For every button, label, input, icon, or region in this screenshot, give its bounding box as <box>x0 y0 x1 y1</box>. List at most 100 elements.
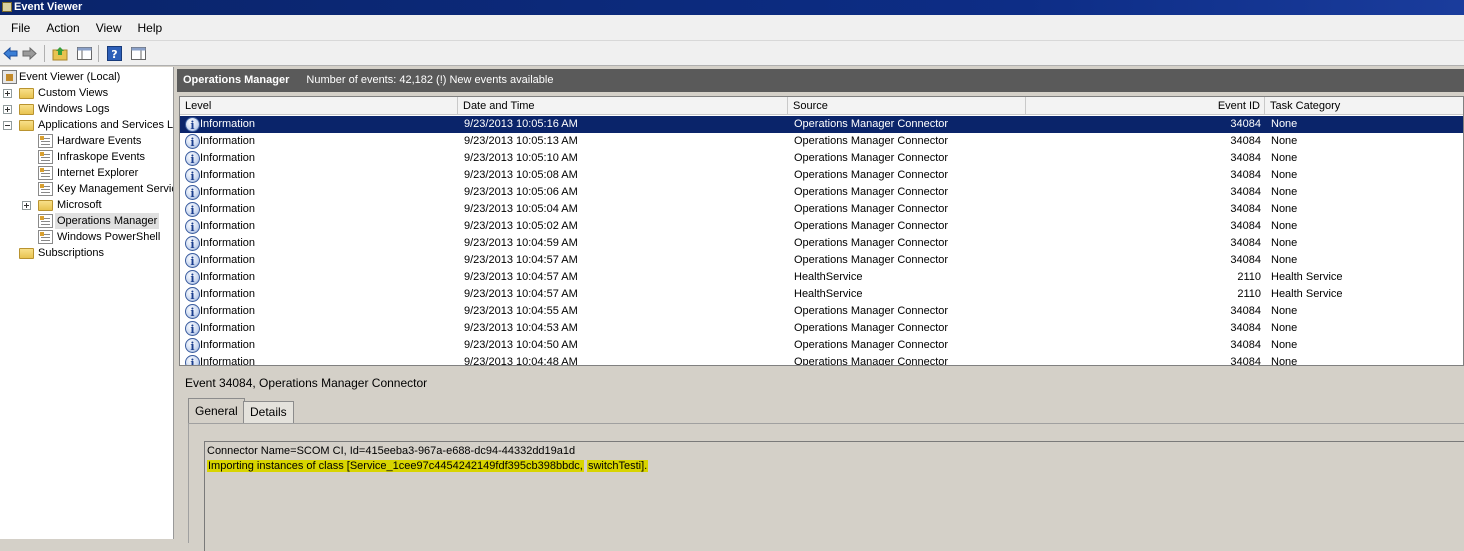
cell-event-id: 34084 <box>1230 237 1261 249</box>
cell-source: Operations Manager Connector <box>794 118 949 130</box>
cell-source: HealthService <box>794 288 863 300</box>
tree-item-windows-logs[interactable]: Windows Logs <box>0 101 173 117</box>
help-icon[interactable]: ? <box>106 45 123 62</box>
table-row[interactable]: Information 9/23/2013 10:04:59 AM Operatio… <box>180 235 1463 253</box>
column-header-level[interactable]: Level <box>180 97 458 115</box>
show-hide-action-pane-icon[interactable] <box>130 45 147 62</box>
tab-details[interactable]: Details <box>243 401 294 423</box>
cell-event-id: 34084 <box>1230 152 1261 164</box>
tree-item-custom-views[interactable]: Custom Views <box>0 85 173 101</box>
table-header: Level Date and Time Source Event ID Task… <box>180 97 1463 115</box>
folder-icon <box>19 88 34 99</box>
expand-plus-icon[interactable] <box>3 105 12 114</box>
cell-source: Operations Manager Connector <box>794 339 949 351</box>
table-row[interactable]: Information 9/23/2013 10:05:06 AM Operatio… <box>180 184 1463 202</box>
message-line-import: Importing instances of class [Service_1c… <box>207 459 1464 474</box>
up-folder-icon[interactable] <box>52 45 69 62</box>
cell-task-category: Health Service <box>1271 288 1343 300</box>
event-message-box[interactable]: Connector Name=SCOM CI, Id=415eeba3-967a… <box>204 441 1464 551</box>
cell-event-id: 34084 <box>1230 169 1261 181</box>
cell-task-category: None <box>1271 237 1298 249</box>
svg-text:?: ? <box>111 48 117 61</box>
table-row[interactable]: Information 9/23/2013 10:05:02 AM Operatio… <box>180 218 1463 236</box>
back-arrow-icon[interactable] <box>2 45 19 62</box>
expand-plus-icon[interactable] <box>22 201 31 210</box>
cell-event-id: 34084 <box>1230 356 1261 366</box>
cell-level: Information <box>200 152 256 164</box>
cell-date-time: 9/23/2013 10:05:13 AM <box>464 135 578 147</box>
event-detail-title: Event 34084, Operations Manager Connecto… <box>185 376 428 390</box>
table-row[interactable]: Information 9/23/2013 10:05:16 AM Operatio… <box>180 116 1463 134</box>
tree-item-hardware-events[interactable]: Hardware Events <box>0 133 173 149</box>
cell-source: Operations Manager Connector <box>794 305 949 317</box>
table-row[interactable]: Information 9/23/2013 10:04:57 AM HealthSe… <box>180 286 1463 304</box>
log-pane: Operations Manager Number of events: 42,… <box>177 67 1464 551</box>
general-tab-panel: Connector Name=SCOM CI, Id=415eeba3-967a… <box>188 423 1464 551</box>
log-icon <box>38 230 53 244</box>
cell-date-time: 9/23/2013 10:04:59 AM <box>464 237 578 249</box>
tree-item-internet-explorer[interactable]: Internet Explorer <box>0 165 173 181</box>
tree-item-operations-manager[interactable]: Operations Manager <box>0 213 173 229</box>
cell-date-time: 9/23/2013 10:05:02 AM <box>464 220 578 232</box>
table-row[interactable]: Information 9/23/2013 10:04:57 AM HealthSe… <box>180 269 1463 287</box>
cell-date-time: 9/23/2013 10:04:50 AM <box>464 339 578 351</box>
table-row[interactable]: Information 9/23/2013 10:04:57 AM Operatio… <box>180 252 1463 270</box>
log-title: Operations Manager <box>183 74 290 86</box>
tree-item-label: Event Viewer (Local) <box>19 71 121 83</box>
column-header-event-id[interactable]: Event ID <box>1026 97 1265 115</box>
tree-item-key-management-service[interactable]: Key Management Servic <box>0 181 173 197</box>
table-row[interactable]: Information 9/23/2013 10:05:08 AM Operatio… <box>180 167 1463 185</box>
menu-help[interactable]: Help <box>130 15 171 41</box>
information-icon <box>185 355 200 365</box>
folder-open-icon <box>19 120 34 131</box>
information-icon <box>185 287 200 304</box>
tree-item-infraskope-events[interactable]: Infraskope Events <box>0 149 173 165</box>
table-row[interactable]: Information 9/23/2013 10:05:04 AM Operatio… <box>180 201 1463 219</box>
table-row[interactable]: Information 9/23/2013 10:04:48 AM Operatio… <box>180 354 1463 366</box>
cell-task-category: None <box>1271 203 1298 215</box>
menu-view[interactable]: View <box>88 15 130 41</box>
toolbar-separator <box>44 45 45 62</box>
forward-arrow-icon[interactable] <box>21 45 38 62</box>
cell-source: Operations Manager Connector <box>794 356 949 366</box>
events-table[interactable]: Level Date and Time Source Event ID Task… <box>179 96 1464 366</box>
highlighted-text: Importing instances of class [Service_1c… <box>207 460 584 472</box>
table-row[interactable]: Information 9/23/2013 10:05:10 AM Operatio… <box>180 150 1463 168</box>
column-header-source[interactable]: Source <box>788 97 1026 115</box>
table-row[interactable]: Information 9/23/2013 10:04:50 AM Operatio… <box>180 337 1463 355</box>
log-icon <box>38 134 53 148</box>
tree-item-label: Windows PowerShell <box>57 231 161 243</box>
expand-plus-icon[interactable] <box>3 89 12 98</box>
event-viewer-app-icon <box>2 2 12 12</box>
table-row[interactable]: Information 9/23/2013 10:04:53 AM Operatio… <box>180 320 1463 338</box>
tree-item-applications-and-services[interactable]: Applications and Services Lo <box>0 117 173 133</box>
menu-action[interactable]: Action <box>38 15 87 41</box>
tree-item-subscriptions[interactable]: Subscriptions <box>0 245 173 261</box>
tree-item-windows-powershell[interactable]: Windows PowerShell <box>0 229 173 245</box>
tree-item-event-viewer-local[interactable]: Event Viewer (Local) <box>0 69 173 85</box>
event-viewer-icon <box>2 70 17 84</box>
cell-level: Information <box>200 220 256 232</box>
window-title-bar[interactable]: Event Viewer <box>0 0 1464 15</box>
menu-bar: File Action View Help <box>0 15 1464 41</box>
folder-icon <box>19 248 34 259</box>
cell-date-time: 9/23/2013 10:05:06 AM <box>464 186 578 198</box>
log-header: Operations Manager Number of events: 42,… <box>177 69 1464 92</box>
information-icon <box>185 304 200 321</box>
table-row[interactable]: Information 9/23/2013 10:05:13 AM Operatio… <box>180 133 1463 151</box>
cell-source: Operations Manager Connector <box>794 322 949 334</box>
console-tree[interactable]: Event Viewer (Local) Custom Views Window… <box>0 67 174 539</box>
tree-item-label: Hardware Events <box>57 135 142 147</box>
tree-item-microsoft[interactable]: Microsoft <box>0 197 173 213</box>
cell-level: Information <box>200 322 256 334</box>
cell-event-id: 34084 <box>1230 305 1261 317</box>
column-header-task-category[interactable]: Task Category <box>1265 97 1463 115</box>
cell-level: Information <box>200 135 256 147</box>
table-row[interactable]: Information 9/23/2013 10:04:55 AM Operatio… <box>180 303 1463 321</box>
column-header-date-time[interactable]: Date and Time <box>458 97 788 115</box>
tab-general[interactable]: General <box>188 398 245 424</box>
collapse-minus-icon[interactable] <box>3 121 12 130</box>
log-icon <box>38 166 53 180</box>
show-hide-console-tree-icon[interactable] <box>76 45 93 62</box>
menu-file[interactable]: File <box>3 15 38 41</box>
